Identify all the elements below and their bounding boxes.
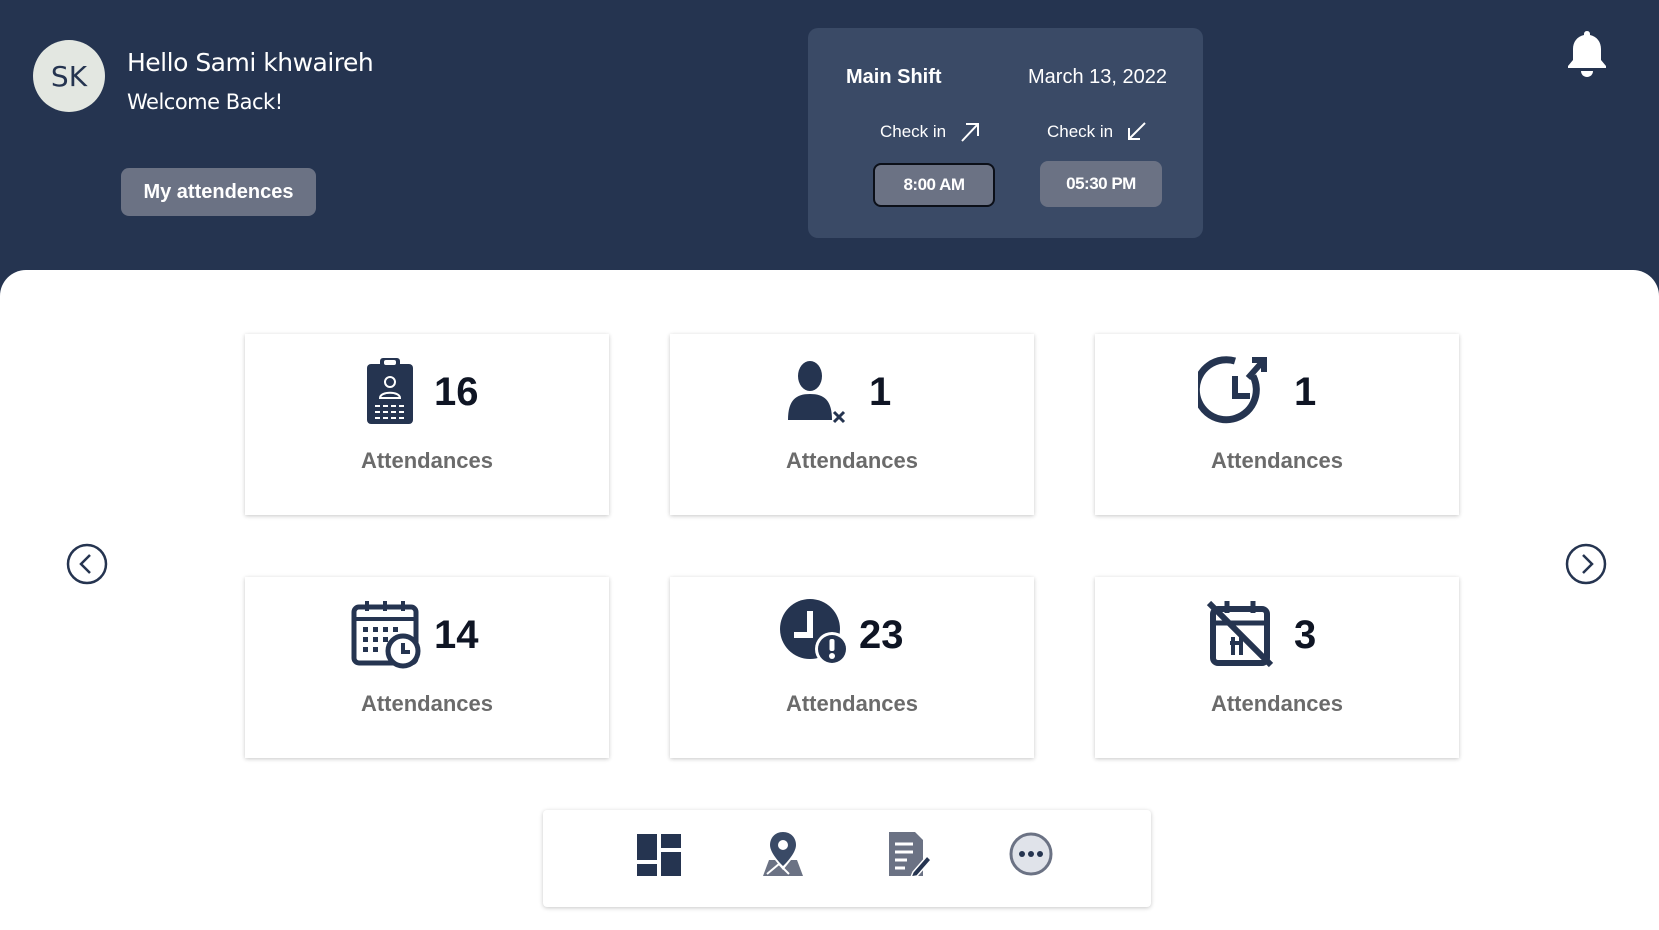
check-in-label: Check in (880, 120, 982, 144)
dashboard-icon[interactable] (635, 830, 683, 878)
clipboard-badge-icon (353, 354, 427, 428)
user-absent-icon (778, 354, 852, 428)
clock-arrow-icon (1192, 354, 1272, 428)
card-count: 16 (434, 370, 479, 414)
shift-date: March 13, 2022 (1028, 66, 1167, 88)
card-count: 23 (859, 613, 904, 657)
map-pin-icon[interactable] (759, 830, 807, 878)
more-icon[interactable] (1007, 830, 1055, 878)
bell-icon[interactable] (1565, 28, 1609, 78)
arrow-up-right-icon (961, 123, 980, 142)
check-in-text: Check in (880, 122, 947, 141)
arrow-down-left-icon (1128, 122, 1146, 140)
clock-alert-icon (778, 597, 852, 671)
card-label: Attendances (1210, 691, 1344, 716)
attendance-card-5[interactable]: 23 Attendances (670, 577, 1034, 758)
attendance-card-2[interactable]: 1 Attendances (670, 334, 1034, 515)
calendar-cancel-icon (1203, 597, 1277, 671)
shift-card: Main Shift March 13, 2022 Check in Check… (808, 28, 1203, 238)
card-label: Attendances (785, 448, 919, 473)
card-label: Attendances (1210, 448, 1344, 473)
attendance-card-1[interactable]: 16 Attendances (245, 334, 609, 515)
calendar-clock-icon (349, 597, 423, 671)
report-edit-icon[interactable] (883, 830, 933, 878)
card-count: 1 (869, 370, 892, 414)
card-count: 1 (1294, 370, 1317, 414)
attendance-card-6[interactable]: 3 Attendances (1095, 577, 1459, 758)
welcome-text: Welcome Back! (127, 90, 283, 114)
card-label: Attendances (360, 691, 494, 716)
check-out-label: Check in (1047, 120, 1149, 144)
check-out-time-button[interactable]: 05:30 PM (1040, 161, 1162, 207)
avatar[interactable]: SK (33, 40, 105, 112)
my-attendances-button[interactable]: My attendences (121, 168, 316, 216)
attendance-card-3[interactable]: 1 Attendances (1095, 334, 1459, 515)
previous-arrow-icon[interactable] (66, 543, 108, 585)
check-in-time-button[interactable]: 8:00 AM (873, 163, 995, 207)
shift-name: Main Shift (846, 66, 942, 88)
check-out-text: Check in (1047, 122, 1114, 141)
card-count: 3 (1294, 613, 1317, 657)
attendance-card-4[interactable]: 14 Attendances (245, 577, 609, 758)
card-label: Attendances (785, 691, 919, 716)
greeting-text: Hello Sami khwaireh (127, 48, 374, 77)
card-count: 14 (434, 613, 479, 657)
header: SK Hello Sami khwaireh Welcome Back! My … (0, 0, 1659, 300)
bottom-nav-bar (543, 810, 1151, 907)
card-label: Attendances (360, 448, 494, 473)
next-arrow-icon[interactable] (1565, 543, 1607, 585)
